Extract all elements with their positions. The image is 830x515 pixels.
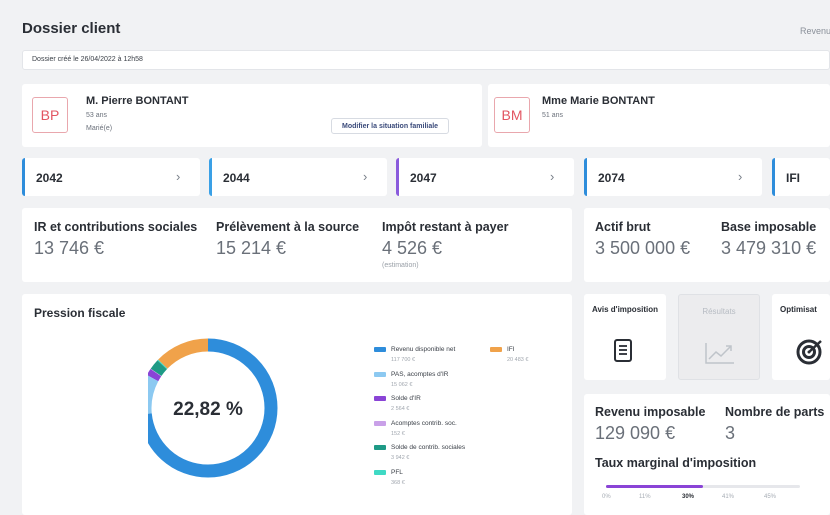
target-icon	[796, 339, 822, 365]
resultats-card[interactable]: Résultats	[678, 294, 760, 380]
estimation-note: (estimation)	[382, 262, 419, 269]
legend-swatch	[374, 371, 386, 377]
tab-label: 2047	[410, 171, 437, 185]
base-label: Base imposable	[721, 220, 817, 234]
legend-value: 20 483 €	[507, 357, 529, 363]
restant-value: 4 526 €	[382, 238, 443, 258]
legend-value: 117 700 €	[391, 357, 416, 363]
tab-2047[interactable]: 2047 ›	[396, 158, 574, 196]
legend-value: 15 062 €	[391, 381, 413, 388]
creation-info-bar	[22, 50, 830, 70]
pression-donut-chart: 22,82 %	[148, 338, 278, 478]
rate-tick: 45%	[764, 494, 777, 500]
tool-label: Résultats	[702, 307, 736, 316]
avis-imposition-card[interactable]: Avis d'imposition	[584, 294, 666, 380]
actif-value: 3 500 000 €	[595, 238, 691, 258]
revenu-card: Revenu imposable 129 090 € Nombre de par…	[584, 394, 830, 515]
modify-family-button[interactable]: Modifier la situation familiale	[331, 118, 450, 134]
legend-label: Acomptes contrib. soc.	[391, 419, 457, 427]
client-age: 53 ans	[86, 112, 108, 119]
client-age: 51 ans	[542, 112, 564, 119]
actif-label: Actif brut	[595, 220, 651, 234]
rate-tick-current: 30%	[682, 494, 695, 500]
trend-chart-icon	[705, 343, 734, 364]
tool-label: Avis d'imposition	[591, 305, 659, 314]
document-icon	[614, 339, 632, 362]
legend-label: PAS, acomptes d'IR	[391, 370, 449, 378]
rate-tick: 41%	[722, 494, 735, 500]
client-card-marie: BM Mme Marie BONTANT 51 ans	[488, 84, 830, 147]
impot-summary-card: IR et contributions sociales 13 746 € Pr…	[22, 208, 572, 282]
chevron-right-icon: ›	[550, 169, 555, 184]
rate-tick: 0%	[602, 494, 611, 500]
rate-tick: 11%	[639, 494, 651, 500]
tool-label: Optimisat	[780, 305, 817, 314]
legend-value: 2 564 €	[391, 406, 410, 412]
page-title: Dossier client	[22, 20, 121, 37]
optimisation-card[interactable]: Optimisat	[772, 294, 830, 380]
revenu-imposable-value: 129 090 €	[595, 423, 676, 443]
tab-accent	[584, 158, 587, 196]
taux-marginal-fill	[606, 485, 703, 488]
legend-value: 3 942 €	[391, 455, 410, 461]
chart-legend: Revenu disponible net 117 700 € PAS, acomp…	[374, 346, 564, 496]
restant-label: Impôt restant à payer	[382, 220, 509, 234]
ifi-summary-card: Actif brut 3 500 000 € Base imposable 3 …	[584, 208, 830, 282]
legend-label: IFI	[507, 346, 515, 353]
tab-accent	[396, 158, 399, 196]
legend-value: 368 €	[391, 479, 405, 486]
tab-label: 2042	[36, 171, 63, 185]
pas-label: Prélèvement à la source	[216, 220, 360, 234]
ir-label: IR et contributions sociales	[34, 220, 198, 234]
ir-value: 13 746 €	[34, 238, 105, 258]
legend-label: Solde d'IR	[391, 395, 421, 402]
nombre-parts-label: Nombre de parts	[725, 405, 825, 419]
chevron-right-icon: ›	[176, 169, 181, 184]
tab-accent	[772, 158, 775, 196]
taux-marginal-label: Taux marginal d'imposition	[595, 456, 757, 470]
pas-value: 15 214 €	[216, 238, 287, 258]
tab-label: IFI	[786, 171, 800, 185]
legend-label: Solde de contrib. sociales	[391, 444, 466, 451]
tab-2044[interactable]: 2044 ›	[209, 158, 387, 196]
creation-date-text: Dossier créé le 26/04/2022 à 12h58	[32, 56, 143, 63]
avatar: BM	[494, 97, 530, 133]
base-value: 3 479 310 €	[721, 238, 817, 258]
pression-percent: 22,82 %	[173, 399, 243, 420]
avatar: BP	[32, 97, 68, 133]
legend-swatch	[374, 396, 386, 401]
legend-value: 152 €	[391, 430, 405, 437]
legend-label: Revenu disponible net	[391, 346, 456, 353]
nombre-parts-value: 3	[725, 423, 736, 443]
client-name: M. Pierre BONTANT	[86, 95, 189, 107]
revenu-imposable-label: Revenu imposable	[595, 405, 706, 419]
tab-accent	[22, 158, 25, 196]
tab-accent	[209, 158, 212, 196]
tab-label: 2074	[598, 171, 625, 185]
legend-swatch	[374, 469, 386, 475]
client-card-pierre: BP M. Pierre BONTANT 53 ans Marié(e) Mod…	[22, 84, 482, 147]
legend-swatch	[374, 445, 386, 450]
tab-label: 2044	[223, 171, 250, 185]
chevron-right-icon: ›	[363, 169, 368, 184]
revenu-link[interactable]: Revenu	[800, 26, 830, 36]
taux-marginal-track	[606, 485, 800, 488]
tab-2074[interactable]: 2074 ›	[584, 158, 762, 196]
legend-swatch	[490, 347, 502, 352]
tab-ifi[interactable]: IFI	[772, 158, 830, 196]
chevron-right-icon: ›	[738, 169, 743, 184]
tab-2042[interactable]: 2042 ›	[22, 158, 200, 196]
client-name: Mme Marie BONTANT	[542, 95, 655, 107]
legend-swatch	[374, 347, 386, 352]
legend-label: PFL	[391, 468, 403, 476]
legend-swatch	[374, 420, 386, 426]
chart-title: Pression fiscale	[34, 306, 126, 320]
client-status: Marié(e)	[86, 125, 113, 132]
pression-fiscale-card: Pression fiscale 22,82 % Revenu disponib…	[22, 294, 572, 515]
